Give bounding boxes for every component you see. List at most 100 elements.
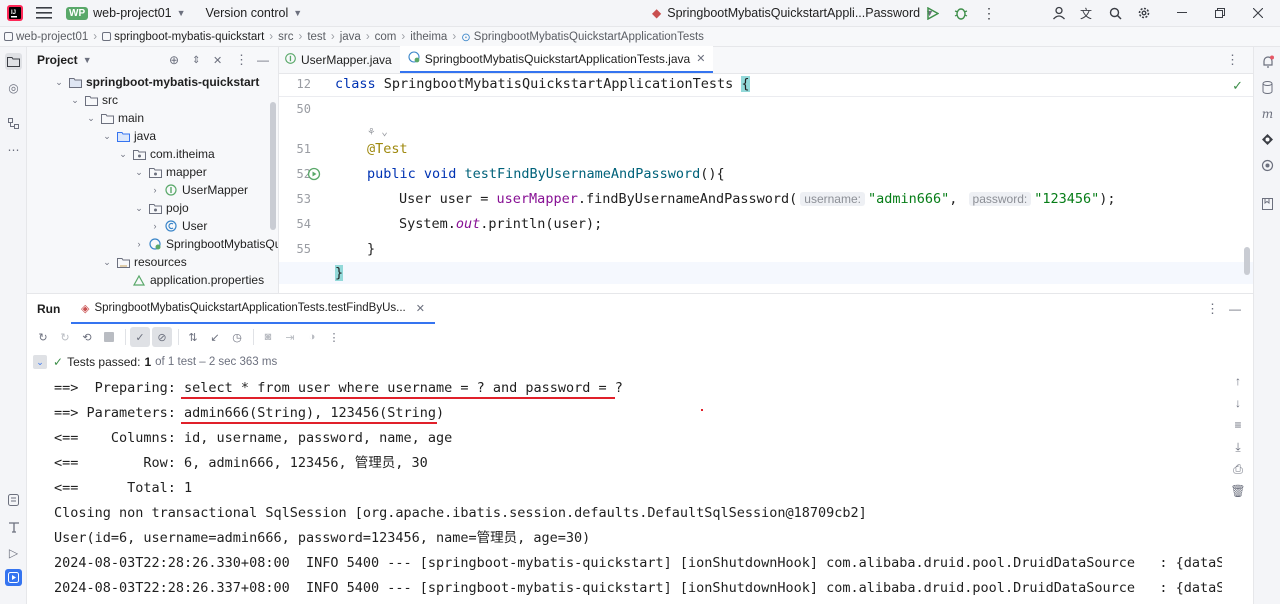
more-actions-icon[interactable]: ⋮: [982, 0, 996, 27]
breadcrumb-item[interactable]: com: [375, 31, 397, 43]
database-icon[interactable]: [1259, 79, 1276, 96]
coverage-icon[interactable]: ◑: [302, 327, 322, 347]
history-icon[interactable]: ◷: [227, 327, 247, 347]
more-actions-icon[interactable]: ⋮: [324, 327, 344, 347]
chevron-down-icon[interactable]: ⌄: [117, 149, 129, 160]
chevron-down-icon[interactable]: ⌄: [133, 167, 145, 178]
breadcrumb-item[interactable]: web-project01: [16, 31, 88, 43]
breadcrumb-item[interactable]: SpringbootMybatisQuickstartApplicationTe…: [474, 31, 704, 43]
hide-panel-icon[interactable]: —: [257, 53, 269, 67]
collapse-all-icon[interactable]: ✕: [213, 54, 222, 67]
tree-item[interactable]: ⌄ com.itheima: [117, 145, 214, 163]
minimize-icon[interactable]: [1172, 0, 1192, 27]
tree-item[interactable]: ⌄ main: [85, 109, 144, 127]
commit-icon[interactable]: ◎: [5, 79, 22, 96]
chevron-right-icon[interactable]: ›: [133, 239, 145, 249]
scrollbar[interactable]: [270, 102, 276, 230]
restore-icon[interactable]: [1210, 0, 1230, 27]
tree-item[interactable]: application.properties: [132, 271, 264, 289]
tree-item[interactable]: ⌄ pojo: [133, 199, 188, 217]
arrow-down-icon[interactable]: ↓: [1229, 396, 1247, 418]
print-icon[interactable]: ⎙: [1229, 462, 1247, 484]
scroll-to-end-icon[interactable]: ⤓: [1229, 440, 1247, 462]
camera-icon[interactable]: ◙: [258, 327, 278, 347]
chevron-down-icon[interactable]: ⌄: [101, 257, 113, 268]
chevron-down-icon[interactable]: ⌄: [133, 203, 145, 214]
show-ignored-icon[interactable]: ⊘: [152, 327, 172, 347]
expand-all-icon[interactable]: ⇕: [192, 55, 200, 66]
chevron-right-icon[interactable]: ›: [149, 221, 161, 231]
tree-item[interactable]: › User: [149, 217, 208, 235]
notifications-icon[interactable]: [1259, 53, 1276, 70]
tree-item[interactable]: ⌄ resources: [101, 253, 186, 271]
main-menu-icon[interactable]: [30, 0, 58, 27]
console-output[interactable]: ==> Preparing: select * from user where …: [54, 374, 1222, 605]
hide-panel-icon[interactable]: —: [1229, 302, 1241, 316]
breadcrumb-item[interactable]: springboot-mybatis-quickstart: [114, 31, 264, 43]
show-passed-icon[interactable]: ✓: [130, 327, 150, 347]
chevron-down-icon[interactable]: ⌄: [101, 131, 113, 142]
settings-icon[interactable]: [1136, 0, 1152, 27]
tree-item[interactable]: › UserMapper: [149, 181, 249, 199]
ai-assist-icon[interactable]: ⚘ ⌄: [368, 125, 388, 138]
folder-icon[interactable]: [5, 53, 22, 70]
translate-icon[interactable]: 文: [1078, 0, 1094, 27]
editor-scrollbar[interactable]: [1244, 247, 1250, 275]
collapse-icon[interactable]: ↙: [205, 327, 225, 347]
bookmarks-icon[interactable]: [1259, 195, 1276, 212]
tree-item[interactable]: ⌄ java: [101, 127, 156, 145]
tree-item[interactable]: ⌄ mapper: [133, 163, 206, 181]
structure-icon[interactable]: [5, 115, 22, 132]
chevron-down-icon[interactable]: ⌄: [53, 77, 65, 88]
build-icon[interactable]: [5, 518, 22, 535]
tree-item[interactable]: ⌄ springboot-mybatis-quickstart: [53, 73, 259, 91]
options-icon[interactable]: ⋮: [235, 52, 248, 68]
more-tools-icon[interactable]: ⋯: [5, 141, 22, 158]
toggle-autotest-icon[interactable]: ⟲: [77, 327, 97, 347]
project-switcher[interactable]: WP web-project01 ▼: [66, 0, 186, 27]
app-logo-icon[interactable]: IJ: [0, 0, 30, 27]
rerun-icon[interactable]: ↻: [33, 327, 53, 347]
close-tab-icon[interactable]: ✕: [696, 52, 705, 65]
chevron-down-icon[interactable]: ⌄: [69, 95, 81, 106]
tree-item[interactable]: ⌄ src: [69, 91, 118, 109]
breadcrumb-item[interactable]: test: [307, 31, 326, 43]
breadcrumb-item[interactable]: itheima: [410, 31, 447, 43]
breadcrumb-item[interactable]: java: [340, 31, 361, 43]
more-tabs-icon[interactable]: ⋮: [1226, 52, 1239, 68]
rerun-failed-icon[interactable]: ↻: [55, 327, 75, 347]
stop-icon[interactable]: [99, 327, 119, 347]
ai-assistant-icon[interactable]: [1259, 157, 1276, 174]
export-icon[interactable]: ⇥: [280, 327, 300, 347]
run-icon[interactable]: [924, 0, 942, 27]
debug-icon[interactable]: [952, 0, 970, 27]
run-window-icon[interactable]: [5, 569, 22, 586]
trash-icon[interactable]: 🗑: [1229, 484, 1247, 506]
tab-applicationtests[interactable]: SpringbootMybatisQuickstartApplicationTe…: [399, 46, 714, 73]
tab-usermapper[interactable]: UserMapper.java: [279, 46, 400, 73]
account-icon[interactable]: [1051, 0, 1067, 27]
locate-icon[interactable]: ⊕: [169, 53, 179, 67]
copilot-icon[interactable]: [1259, 131, 1276, 148]
run-panel-title[interactable]: Run: [37, 302, 60, 316]
close-window-icon[interactable]: [1248, 0, 1268, 27]
maven-icon[interactable]: m: [1259, 105, 1276, 122]
run-tool-icon[interactable]: ▷: [5, 544, 22, 561]
chevron-down-icon[interactable]: ⌄: [33, 355, 47, 369]
breadcrumb-item[interactable]: src: [278, 31, 293, 43]
tree-item[interactable]: › SpringbootMybatisQui: [133, 235, 279, 253]
vcs-widget[interactable]: Version control ▼: [206, 0, 303, 27]
soft-wrap-icon[interactable]: ≡: [1229, 418, 1247, 440]
run-tab[interactable]: ◈ SpringbootMybatisQuickstartApplication…: [71, 294, 435, 324]
arrow-up-icon[interactable]: ↑: [1229, 374, 1247, 396]
search-icon[interactable]: [1107, 0, 1123, 27]
chevron-down-icon[interactable]: ⌄: [85, 113, 97, 124]
code-content[interactable]: class SpringbootMybatisQuickstartApplica…: [279, 74, 1253, 293]
run-config-selector[interactable]: ◆ SpringbootMybatisQuickstartAppli...Pas…: [652, 0, 934, 27]
project-panel-title[interactable]: Project: [37, 53, 78, 67]
run-test-gutter-icon[interactable]: [307, 167, 321, 184]
services-icon[interactable]: [5, 491, 22, 508]
chevron-right-icon[interactable]: ›: [149, 185, 161, 195]
more-options-icon[interactable]: ⋮: [1206, 301, 1219, 317]
close-tab-icon[interactable]: ✕: [416, 302, 425, 315]
